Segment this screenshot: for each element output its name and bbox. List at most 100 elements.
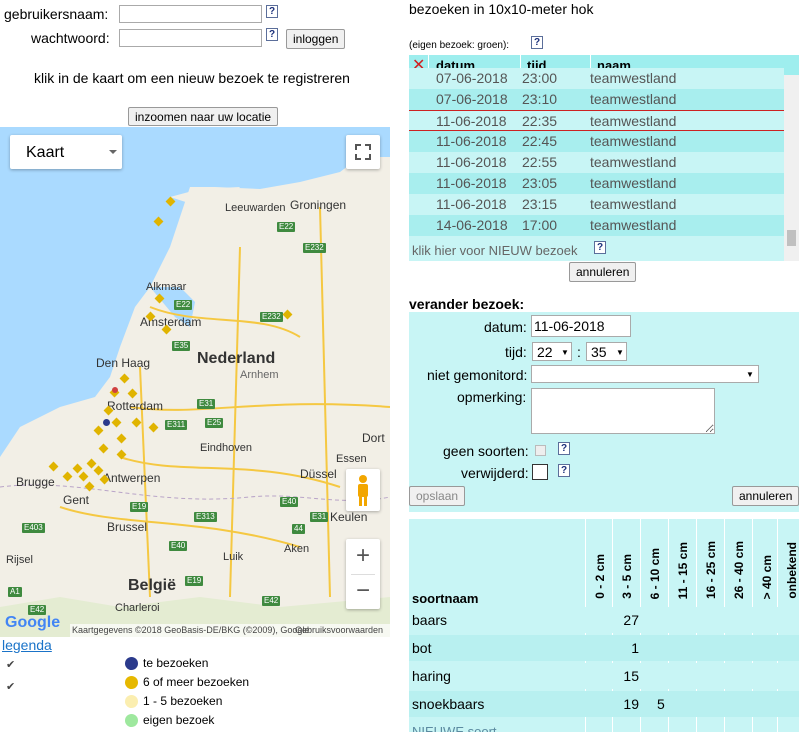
visit-cell-name: teamwestland xyxy=(590,70,677,86)
visit-marker[interactable] xyxy=(103,419,110,426)
map-label-groningen: Groningen xyxy=(290,198,347,212)
visits-table: ✕ datum tijd naam 07-06-2018 23:00 teamwes… xyxy=(409,55,799,261)
street-view-button[interactable] xyxy=(346,469,380,511)
password-help-icon[interactable]: ? xyxy=(266,28,278,41)
visit-cell-time: 22:45 xyxy=(522,133,558,149)
species-count-3-5[interactable]: 15 xyxy=(623,668,639,684)
map-label-brugge: Brugge xyxy=(16,475,55,489)
fullscreen-icon xyxy=(355,144,371,160)
road-shield: E25 xyxy=(205,418,224,428)
species-row[interactable]: snoekbaars 19 5 xyxy=(409,691,799,717)
edit-cancel-button[interactable]: annuleren xyxy=(732,486,800,506)
road-shield: 44 xyxy=(292,524,305,534)
visit-cell-name: teamwestland xyxy=(590,175,677,191)
new-visit-link[interactable]: klik hier voor NIEUW bezoek xyxy=(412,243,577,258)
minute-select[interactable]: 35 ▼ xyxy=(586,342,627,361)
legend-label: te bezoeken xyxy=(143,656,209,670)
visits-scrollbar-thumb[interactable] xyxy=(787,230,796,246)
map-label-luik: Luik xyxy=(223,551,244,563)
visit-marker[interactable] xyxy=(112,387,118,393)
zoom-in-button[interactable]: + xyxy=(346,539,380,574)
username-input[interactable] xyxy=(119,5,262,23)
legend-link[interactable]: legenda xyxy=(2,637,52,653)
no-species-checkbox[interactable] xyxy=(535,445,546,456)
species-table: soortnaam 0 - 2 cm 3 - 5 cm 6 - 10 cm 11 - … xyxy=(409,519,799,732)
species-count-6-10[interactable]: 5 xyxy=(657,696,665,712)
visit-cell-time: 23:10 xyxy=(522,91,558,107)
visit-row[interactable]: 11-06-2018 23:15 teamwestland xyxy=(409,194,784,215)
zoom-to-location-button[interactable]: inzoomen naar uw locatie xyxy=(128,107,279,126)
map-label-gent: Gent xyxy=(63,493,90,507)
visit-row[interactable]: 11-06-2018 22:55 teamwestland xyxy=(409,152,784,173)
map-label-charleroi: Charleroi xyxy=(115,602,160,614)
map-label-leeuwarden: Leeuwarden xyxy=(225,202,286,214)
password-label: wachtwoord: xyxy=(31,30,110,46)
google-logo: Google xyxy=(5,614,61,631)
road-shield: E19 xyxy=(185,576,204,586)
visit-cell-time: 23:05 xyxy=(522,175,558,191)
map-label-arnhem: Arnhem xyxy=(240,369,279,381)
species-count-3-5[interactable]: 19 xyxy=(623,696,639,712)
road-shield: E31 xyxy=(197,399,216,409)
minute-value: 35 xyxy=(591,344,607,360)
fullscreen-button[interactable] xyxy=(346,135,380,169)
map-type-selector[interactable]: Kaart xyxy=(10,135,122,169)
edit-date-label: datum: xyxy=(484,319,527,335)
species-count-3-5[interactable]: 1 xyxy=(623,640,639,656)
legend-checkbox-visited[interactable]: ✔ xyxy=(6,658,15,671)
hour-select[interactable]: 22 ▼ xyxy=(532,342,572,361)
legend-dot xyxy=(125,657,138,670)
own-visit-note: (eigen bezoek: groen): xyxy=(409,40,510,51)
deleted-help-icon[interactable]: ? xyxy=(558,464,570,477)
map-label-den-haag: Den Haag xyxy=(96,356,151,370)
legend-label: 6 of meer bezoeken xyxy=(143,675,250,689)
species-row[interactable]: baars 27 xyxy=(409,607,799,633)
visit-row[interactable]: 14-06-2018 17:00 teamwestland xyxy=(409,215,784,236)
own-visit-help-icon[interactable]: ? xyxy=(531,36,543,49)
map-label-dussel: Düssel xyxy=(300,467,337,481)
no-species-help-icon[interactable]: ? xyxy=(558,442,570,455)
pegman-icon xyxy=(358,475,368,506)
visit-cell-name: teamwestland xyxy=(590,217,677,233)
species-name: baars xyxy=(412,612,448,628)
visit-row[interactable]: 11-06-2018 23:05 teamwestland xyxy=(409,173,784,194)
map-attribution-bar: Kaartgegevens ©2018 GeoBasis-DE/BKG (©20… xyxy=(70,624,390,637)
visit-row[interactable]: 07-06-2018 23:10 teamwestland xyxy=(409,89,784,110)
save-button[interactable]: opslaan xyxy=(409,486,466,506)
visit-row[interactable]: 07-06-2018 23:00 teamwestland xyxy=(409,68,784,89)
remark-textarea[interactable] xyxy=(531,388,715,434)
col-species-name: soortnaam xyxy=(412,591,479,606)
legend-checkbox-own[interactable]: ✔ xyxy=(6,680,15,693)
species-count-3-5[interactable]: 27 xyxy=(623,612,639,628)
map-label-alkmaar: Alkmaar xyxy=(146,281,187,293)
road-shield: E311 xyxy=(165,420,188,430)
username-help-icon[interactable]: ? xyxy=(266,5,278,18)
visit-cell-name: teamwestland xyxy=(590,196,677,212)
road-shield: E313 xyxy=(194,512,217,522)
zoom-out-button[interactable]: − xyxy=(346,574,380,609)
new-species-link[interactable]: NIEUWE soort xyxy=(412,724,497,732)
visit-cell-date: 11-06-2018 xyxy=(436,133,507,149)
not-monitored-select[interactable]: ▼ xyxy=(531,365,759,383)
deleted-checkbox[interactable] xyxy=(532,464,548,480)
map-label-dort: Dort xyxy=(362,431,385,445)
map-instruction: klik in de kaart om een nieuw bezoek te … xyxy=(34,70,350,86)
new-visit-help-icon[interactable]: ? xyxy=(594,241,606,254)
not-monitored-label: niet gemonitord: xyxy=(427,367,528,383)
login-button[interactable]: inloggen xyxy=(286,29,346,49)
password-input[interactable] xyxy=(119,29,262,47)
visits-scrollbar[interactable] xyxy=(784,75,799,261)
edit-date-input[interactable] xyxy=(531,315,631,337)
species-row[interactable]: haring 15 xyxy=(409,663,799,689)
size-header: 0 - 2 cm xyxy=(593,554,607,599)
visit-cell-name: teamwestland xyxy=(590,154,677,170)
map[interactable]: Kaart Leeuwarden Groningen Alkmaar Amste… xyxy=(0,127,390,637)
visit-cell-time: 22:55 xyxy=(522,154,558,170)
visit-row[interactable]: 11-06-2018 22:35 teamwestland xyxy=(409,110,784,131)
visit-row[interactable]: 11-06-2018 22:45 teamwestland xyxy=(409,131,784,152)
chevron-down-icon xyxy=(109,150,117,154)
species-row[interactable]: bot 1 xyxy=(409,635,799,661)
visits-cancel-button[interactable]: annuleren xyxy=(569,262,637,282)
legend-label: eigen bezoek xyxy=(143,713,215,727)
terms-link[interactable]: Gebruiksvoorwaarden xyxy=(295,625,383,635)
